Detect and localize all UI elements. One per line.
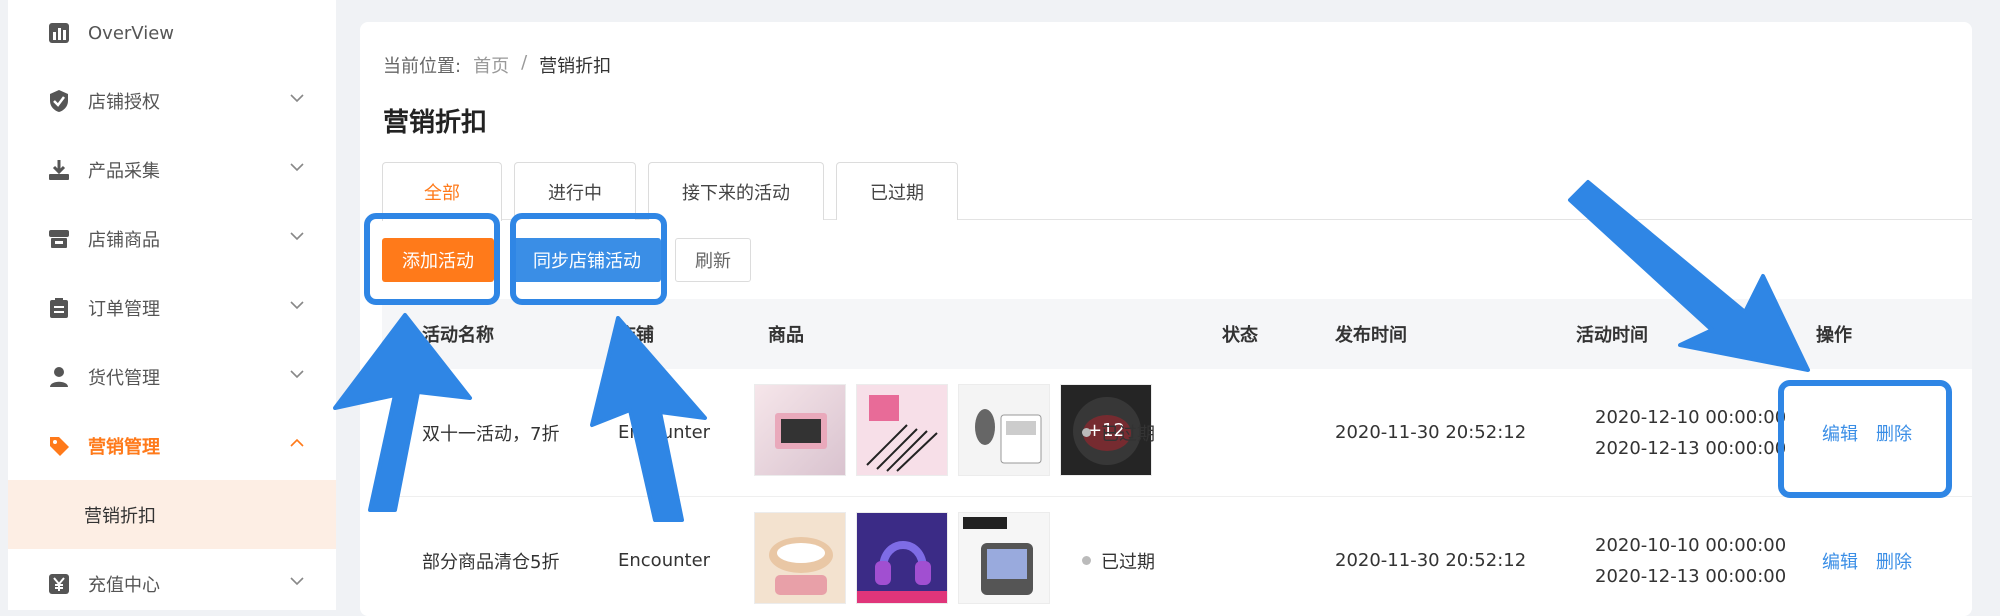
sidebar-subitem-discount[interactable]: 营销折扣 (8, 480, 336, 549)
status-dot (1082, 428, 1091, 437)
column-header-actions: 操作 (1816, 325, 1852, 346)
main-panel: 当前位置: 首页 / 营销折扣 营销折扣 全部 进行中 接下来的活动 已过期 添… (360, 22, 1972, 616)
sidebar-item-marketing[interactable]: 营销管理 (8, 411, 336, 480)
table-row: 部分商品清仓5折 Encounter 已过期 2020-11-30 20:52:… (382, 497, 1972, 616)
chevron-up-icon (290, 438, 304, 447)
store-name: Encounter (618, 550, 711, 571)
column-header-products: 商品 (768, 325, 804, 346)
highlight-box-actions (1778, 380, 1952, 498)
sidebar-item-label: 订单管理 (88, 298, 160, 320)
sidebar-item-product-collect[interactable]: 产品采集 (8, 135, 336, 204)
user-icon (46, 364, 72, 390)
download-icon (46, 157, 72, 183)
sidebar-item-overview[interactable]: OverView (8, 0, 336, 66)
breadcrumb-separator: / (521, 52, 528, 73)
activity-start: 2020-10-10 00:00:00 (1595, 534, 1787, 556)
row-actions: 编辑 删除 (1822, 497, 1912, 616)
status-dot (1082, 556, 1091, 565)
sidebar-item-label: 店铺授权 (88, 91, 160, 113)
product-thumbnails (754, 512, 1050, 604)
breadcrumb-current: 营销折扣 (539, 56, 612, 77)
table-row: 双十一活动，7折 Encounter +12 已过期 2020-11-30 20… (382, 369, 1972, 497)
chevron-down-icon (290, 576, 304, 585)
activity-end: 2020-12-13 00:00:00 (1595, 437, 1787, 459)
refresh-button[interactable]: 刷新 (675, 238, 751, 282)
chevron-down-icon (290, 231, 304, 240)
sidebar-item-label: 充值中心 (88, 574, 160, 596)
tab-upcoming[interactable]: 接下来的活动 (648, 162, 824, 220)
tab-expired[interactable]: 已过期 (836, 162, 958, 220)
tab-in-progress[interactable]: 进行中 (514, 162, 636, 220)
activity-time: 2020-10-10 00:00:00 2020-12-13 00:00:00 (1595, 497, 1786, 616)
sidebar-item-store-products[interactable]: 店铺商品 (8, 204, 336, 273)
chevron-down-icon (290, 369, 304, 378)
page-title: 营销折扣 (383, 108, 488, 138)
chevron-down-icon (290, 93, 304, 102)
sidebar-item-label: OverView (88, 22, 175, 44)
sidebar-item-orders[interactable]: 订单管理 (8, 273, 336, 342)
tag-icon (46, 433, 72, 459)
column-header-status: 状态 (1222, 325, 1258, 346)
edit-link[interactable]: 编辑 (1822, 548, 1858, 574)
product-image[interactable] (958, 384, 1050, 476)
column-header-store: 店铺 (618, 325, 654, 346)
status-badge: 已过期 (1082, 369, 1155, 496)
product-image[interactable] (958, 512, 1050, 604)
highlight-box-add (364, 213, 500, 305)
status-badge: 已过期 (1082, 497, 1155, 616)
chart-icon (46, 20, 72, 46)
sidebar-subitem-label: 营销折扣 (84, 505, 156, 527)
product-image[interactable] (856, 512, 948, 604)
activity-name: 部分商品清仓5折 (422, 551, 560, 573)
activity-end: 2020-12-13 00:00:00 (1595, 565, 1787, 587)
chevron-down-icon (290, 300, 304, 309)
status-text: 已过期 (1101, 551, 1155, 573)
sidebar-item-label: 营销管理 (88, 436, 160, 458)
sidebar-item-recharge[interactable]: 充值中心 (8, 549, 336, 610)
sidebar-item-label: 产品采集 (88, 160, 160, 182)
activity-name: 双十一活动，7折 (422, 423, 560, 445)
shield-check-icon (46, 88, 72, 114)
delete-link[interactable]: 删除 (1876, 548, 1912, 574)
breadcrumb-prefix: 当前位置: (383, 56, 462, 77)
sidebar: OverView 店铺授权 产品采集 店铺商品 订单管理 货代管理 营销管理 营… (8, 0, 336, 610)
breadcrumb: 当前位置: 首页 / 营销折扣 (383, 52, 611, 78)
sidebar-item-label: 货代管理 (88, 367, 160, 389)
chevron-down-icon (290, 162, 304, 171)
sidebar-item-forwarder[interactable]: 货代管理 (8, 342, 336, 411)
product-image[interactable] (754, 384, 846, 476)
highlight-box-sync (510, 213, 667, 305)
clipboard-icon (46, 295, 72, 321)
column-header-activity-time: 活动时间 (1576, 325, 1648, 346)
published-time: 2020-11-30 20:52:12 (1335, 422, 1527, 443)
store-icon (46, 226, 72, 252)
column-header-published: 发布时间 (1335, 325, 1407, 346)
store-name: Encounter (618, 422, 711, 443)
tab-bar: 全部 进行中 接下来的活动 已过期 (382, 162, 1972, 221)
activity-start: 2020-12-10 00:00:00 (1595, 406, 1787, 428)
activity-time: 2020-12-10 00:00:00 2020-12-13 00:00:00 (1595, 369, 1786, 496)
status-text: 已过期 (1101, 423, 1155, 445)
column-header-name: 活动名称 (422, 325, 494, 346)
breadcrumb-home[interactable]: 首页 (473, 52, 509, 78)
table-header: 活动名称 店铺 商品 状态 发布时间 活动时间 操作 (382, 299, 1972, 369)
yen-icon (46, 571, 72, 597)
sidebar-item-label: 店铺商品 (88, 229, 160, 251)
product-image[interactable] (754, 512, 846, 604)
product-image[interactable] (856, 384, 948, 476)
published-time: 2020-11-30 20:52:12 (1335, 550, 1527, 571)
sidebar-item-store-auth[interactable]: 店铺授权 (8, 66, 336, 135)
